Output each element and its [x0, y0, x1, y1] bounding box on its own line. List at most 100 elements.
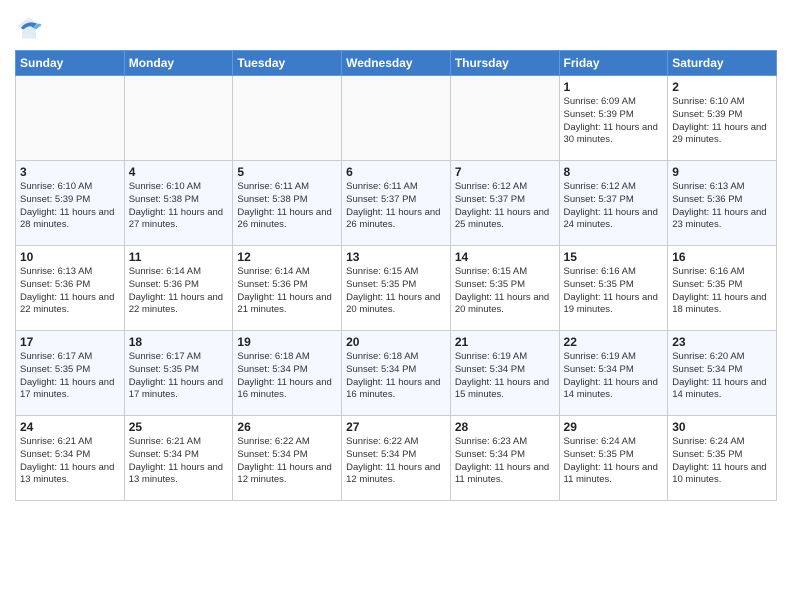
- calendar-cell: 4 Sunrise: 6:10 AM Sunset: 5:38 PM Daylig…: [124, 161, 233, 246]
- day-number: 16: [672, 250, 772, 264]
- calendar-cell: 8Sunrise: 6:12 AM Sunset: 5:37 PM Daylig…: [559, 161, 668, 246]
- day-number: 1: [564, 80, 664, 94]
- day-info: Sunrise: 6:12 AM Sunset: 5:37 PM Dayligh…: [564, 181, 664, 232]
- day-info: Sunrise: 6:22 AM Sunset: 5:34 PM Dayligh…: [237, 436, 337, 487]
- day-info: Sunrise: 6:14 AM Sunset: 5:36 PM Dayligh…: [129, 266, 229, 317]
- day-info: Sunrise: 6:11 AM Sunset: 5:37 PM Dayligh…: [346, 181, 446, 232]
- calendar-header-sunday: Sunday: [16, 51, 125, 76]
- calendar-week-row: 3 Sunrise: 6:10 AM Sunset: 5:39 PM Daylig…: [16, 161, 777, 246]
- day-number: 12: [237, 250, 337, 264]
- day-number: 7: [455, 165, 555, 179]
- day-number: 20: [346, 335, 446, 349]
- calendar-cell: [16, 76, 125, 161]
- day-info: Sunrise: 6:19 AM Sunset: 5:34 PM Dayligh…: [564, 351, 664, 402]
- calendar-week-row: 17 Sunrise: 6:17 AM Sunset: 5:35 PM Dayli…: [16, 331, 777, 416]
- calendar-cell: 2 Sunrise: 6:10 AM Sunset: 5:39 PM Daylig…: [668, 76, 777, 161]
- day-number: 24: [20, 420, 120, 434]
- calendar-cell: 3 Sunrise: 6:10 AM Sunset: 5:39 PM Daylig…: [16, 161, 125, 246]
- day-number: 4: [129, 165, 229, 179]
- day-number: 21: [455, 335, 555, 349]
- day-info: Sunrise: 6:10 AM Sunset: 5:38 PM Dayligh…: [129, 181, 229, 232]
- day-number: 30: [672, 420, 772, 434]
- day-info: Sunrise: 6:22 AM Sunset: 5:34 PM Dayligh…: [346, 436, 446, 487]
- calendar-cell: 16 Sunrise: 6:16 AM Sunset: 5:35 PM Dayli…: [668, 246, 777, 331]
- calendar-cell: 5 Sunrise: 6:11 AM Sunset: 5:38 PM Daylig…: [233, 161, 342, 246]
- calendar-cell: 10Sunrise: 6:13 AM Sunset: 5:36 PM Dayli…: [16, 246, 125, 331]
- day-info: Sunrise: 6:13 AM Sunset: 5:36 PM Dayligh…: [20, 266, 120, 317]
- day-info: Sunrise: 6:10 AM Sunset: 5:39 PM Dayligh…: [20, 181, 120, 232]
- calendar-header-wednesday: Wednesday: [342, 51, 451, 76]
- day-number: 9: [672, 165, 772, 179]
- day-number: 22: [564, 335, 664, 349]
- calendar-cell: [233, 76, 342, 161]
- calendar-cell: 23 Sunrise: 6:20 AM Sunset: 5:34 PM Dayli…: [668, 331, 777, 416]
- day-number: 13: [346, 250, 446, 264]
- day-number: 29: [564, 420, 664, 434]
- calendar-cell: 11 Sunrise: 6:14 AM Sunset: 5:36 PM Dayli…: [124, 246, 233, 331]
- calendar-cell: 18 Sunrise: 6:17 AM Sunset: 5:35 PM Dayli…: [124, 331, 233, 416]
- day-info: Sunrise: 6:17 AM Sunset: 5:35 PM Dayligh…: [129, 351, 229, 402]
- calendar-cell: 17Sunrise: 6:17 AM Sunset: 5:35 PM Dayli…: [16, 331, 125, 416]
- day-info: Sunrise: 6:20 AM Sunset: 5:34 PM Dayligh…: [672, 351, 772, 402]
- calendar-cell: 28 Sunrise: 6:23 AM Sunset: 5:34 PM Dayli…: [450, 416, 559, 501]
- calendar-cell: 24 Sunrise: 6:21 AM Sunset: 5:34 PM Dayli…: [16, 416, 125, 501]
- day-number: 28: [455, 420, 555, 434]
- day-info: Sunrise: 6:15 AM Sunset: 5:35 PM Dayligh…: [455, 266, 555, 317]
- calendar-cell: 9 Sunrise: 6:13 AM Sunset: 5:36 PM Daylig…: [668, 161, 777, 246]
- day-info: Sunrise: 6:24 AM Sunset: 5:35 PM Dayligh…: [672, 436, 772, 487]
- calendar-cell: 7Sunrise: 6:12 AM Sunset: 5:37 PM Daylig…: [450, 161, 559, 246]
- calendar-week-row: 10Sunrise: 6:13 AM Sunset: 5:36 PM Dayli…: [16, 246, 777, 331]
- day-number: 15: [564, 250, 664, 264]
- day-info: Sunrise: 6:13 AM Sunset: 5:36 PM Dayligh…: [672, 181, 772, 232]
- day-number: 6: [346, 165, 446, 179]
- day-info: Sunrise: 6:10 AM Sunset: 5:39 PM Dayligh…: [672, 96, 772, 147]
- day-number: 19: [237, 335, 337, 349]
- day-number: 5: [237, 165, 337, 179]
- header: [15, 10, 777, 42]
- calendar-cell: 27 Sunrise: 6:22 AM Sunset: 5:34 PM Dayli…: [342, 416, 451, 501]
- calendar-cell: 22 Sunrise: 6:19 AM Sunset: 5:34 PM Dayli…: [559, 331, 668, 416]
- day-number: 3: [20, 165, 120, 179]
- day-number: 11: [129, 250, 229, 264]
- calendar-cell: 12Sunrise: 6:14 AM Sunset: 5:36 PM Dayli…: [233, 246, 342, 331]
- calendar-cell: [342, 76, 451, 161]
- calendar-header-friday: Friday: [559, 51, 668, 76]
- calendar-cell: 13 Sunrise: 6:15 AM Sunset: 5:35 PM Dayli…: [342, 246, 451, 331]
- day-number: 23: [672, 335, 772, 349]
- day-number: 14: [455, 250, 555, 264]
- calendar-cell: 26 Sunrise: 6:22 AM Sunset: 5:34 PM Dayli…: [233, 416, 342, 501]
- calendar-header-tuesday: Tuesday: [233, 51, 342, 76]
- calendar-header-row: SundayMondayTuesdayWednesdayThursdayFrid…: [16, 51, 777, 76]
- calendar-cell: 15Sunrise: 6:16 AM Sunset: 5:35 PM Dayli…: [559, 246, 668, 331]
- day-number: 25: [129, 420, 229, 434]
- calendar-header-monday: Monday: [124, 51, 233, 76]
- day-info: Sunrise: 6:21 AM Sunset: 5:34 PM Dayligh…: [20, 436, 120, 487]
- day-info: Sunrise: 6:11 AM Sunset: 5:38 PM Dayligh…: [237, 181, 337, 232]
- calendar-cell: 30 Sunrise: 6:24 AM Sunset: 5:35 PM Dayli…: [668, 416, 777, 501]
- day-info: Sunrise: 6:15 AM Sunset: 5:35 PM Dayligh…: [346, 266, 446, 317]
- day-info: Sunrise: 6:18 AM Sunset: 5:34 PM Dayligh…: [237, 351, 337, 402]
- day-info: Sunrise: 6:24 AM Sunset: 5:35 PM Dayligh…: [564, 436, 664, 487]
- page-container: SundayMondayTuesdayWednesdayThursdayFrid…: [0, 0, 792, 511]
- calendar-week-row: 24 Sunrise: 6:21 AM Sunset: 5:34 PM Dayli…: [16, 416, 777, 501]
- day-info: Sunrise: 6:21 AM Sunset: 5:34 PM Dayligh…: [129, 436, 229, 487]
- day-number: 17: [20, 335, 120, 349]
- day-info: Sunrise: 6:09 AM Sunset: 5:39 PM Dayligh…: [564, 96, 664, 147]
- calendar-table: SundayMondayTuesdayWednesdayThursdayFrid…: [15, 50, 777, 501]
- calendar-cell: 1 Sunrise: 6:09 AM Sunset: 5:39 PM Daylig…: [559, 76, 668, 161]
- calendar-cell: 19 Sunrise: 6:18 AM Sunset: 5:34 PM Dayli…: [233, 331, 342, 416]
- day-number: 27: [346, 420, 446, 434]
- day-info: Sunrise: 6:19 AM Sunset: 5:34 PM Dayligh…: [455, 351, 555, 402]
- calendar-cell: 25 Sunrise: 6:21 AM Sunset: 5:34 PM Dayli…: [124, 416, 233, 501]
- day-info: Sunrise: 6:23 AM Sunset: 5:34 PM Dayligh…: [455, 436, 555, 487]
- calendar-cell: [124, 76, 233, 161]
- day-number: 26: [237, 420, 337, 434]
- calendar-week-row: 1 Sunrise: 6:09 AM Sunset: 5:39 PM Daylig…: [16, 76, 777, 161]
- logo: [15, 14, 47, 42]
- calendar-cell: 20Sunrise: 6:18 AM Sunset: 5:34 PM Dayli…: [342, 331, 451, 416]
- day-number: 2: [672, 80, 772, 94]
- day-number: 18: [129, 335, 229, 349]
- logo-icon: [15, 14, 43, 42]
- day-info: Sunrise: 6:16 AM Sunset: 5:35 PM Dayligh…: [672, 266, 772, 317]
- calendar-header-saturday: Saturday: [668, 51, 777, 76]
